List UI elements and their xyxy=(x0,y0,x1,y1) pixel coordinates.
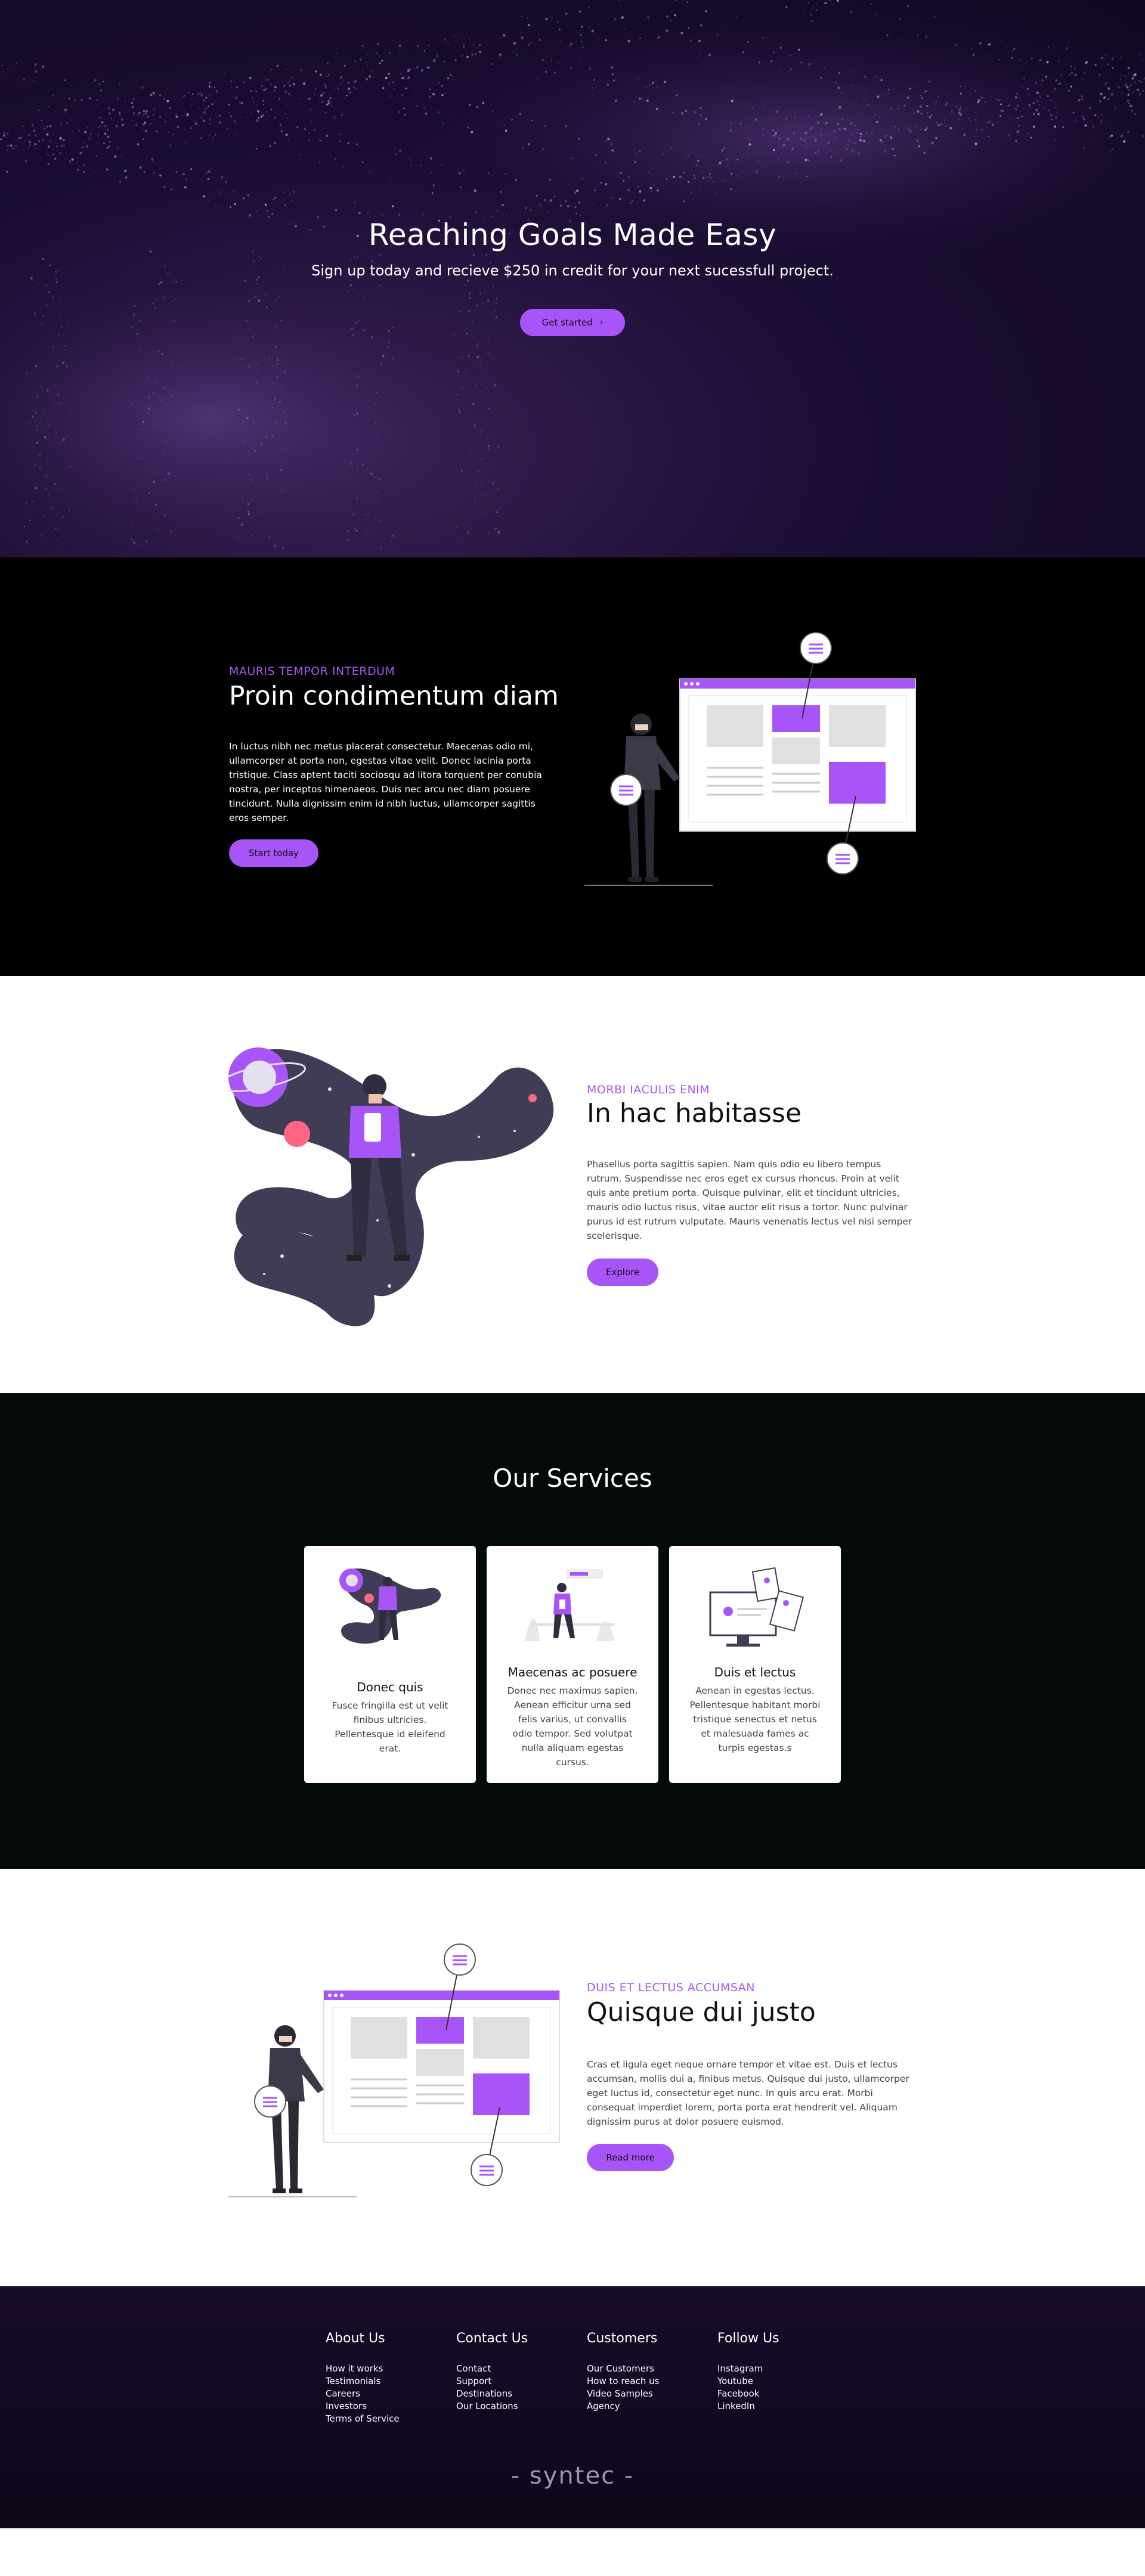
get-started-label: Get started xyxy=(541,317,593,328)
footer-heading: Customers xyxy=(587,2331,658,2346)
footer-column-follow: Follow Us Instagram Youtube Facebook Lin… xyxy=(717,2331,837,2413)
services-title: Our Services xyxy=(493,1464,652,1493)
service-card-title: Maecenas ac posuere xyxy=(507,1665,638,1679)
footer-link[interactable]: Testimonials xyxy=(326,2375,445,2388)
footer-link[interactable]: How to reach us xyxy=(587,2375,706,2388)
footer-link[interactable]: Destinations xyxy=(456,2388,575,2400)
section-three-title: Quisque dui justo xyxy=(587,1997,816,2028)
explore-button[interactable]: Explore xyxy=(587,1258,658,1286)
footer-column-contact: Contact Us Contact Support Destinations … xyxy=(456,2331,575,2413)
service-card[interactable]: Donec quis Fusce fringilla est ut velit … xyxy=(304,1546,476,1783)
footer-heading: About Us xyxy=(326,2331,385,2346)
chevron-right-icon: › xyxy=(599,318,604,327)
section-one-eyebrow: MAURIS TEMPOR INTERDUM xyxy=(229,665,395,678)
read-more-button[interactable]: Read more xyxy=(587,2144,674,2171)
section-two-title: In hac habitasse xyxy=(587,1098,802,1129)
section-three-eyebrow: DUIS ET LECTUS ACCUMSAN xyxy=(587,1981,755,1994)
footer-link[interactable]: Agency xyxy=(587,2400,706,2413)
section-one-body: In luctus nibh nec metus placerat consec… xyxy=(229,741,542,823)
service-card[interactable]: Duis et lectus Aenean in egestas lectus.… xyxy=(669,1546,841,1783)
footer-heading: Follow Us xyxy=(717,2331,779,2346)
dashboard-illustration-light xyxy=(228,1943,560,2197)
footer-link[interactable]: Contact xyxy=(456,2363,575,2375)
documents-thumbnail xyxy=(709,1567,804,1647)
section-two-body: Phasellus porta sagittis sapien. Nam qui… xyxy=(587,1159,912,1241)
footer-column-about: About Us How it works Testimonials Caree… xyxy=(326,2331,445,2425)
footer-link[interactable]: Terms of Service xyxy=(326,2413,445,2425)
footer-link[interactable]: Support xyxy=(456,2375,575,2388)
footer-heading: Contact Us xyxy=(456,2331,528,2346)
brand-logo[interactable]: - syntec - xyxy=(0,2462,1145,2490)
site-footer: About Us How it works Testimonials Caree… xyxy=(0,2286,1145,2528)
footer-link[interactable]: Instagram xyxy=(717,2363,837,2375)
service-card-body: Fusce fringilla est ut velit finibus ult… xyxy=(332,1700,448,1754)
service-card-title: Duis et lectus xyxy=(714,1665,796,1679)
feature-section-one: MAURIS TEMPOR INTERDUM Proin condimentum… xyxy=(0,557,1145,976)
space-path-illustration xyxy=(228,1047,554,1326)
section-two-eyebrow: MORBI IACULIS ENIM xyxy=(587,1083,710,1096)
services-section: Our Services Donec quis Fusce fringilla … xyxy=(0,1393,1145,1869)
footer-link[interactable]: Video Samples xyxy=(587,2388,706,2400)
hero-subtitle: Sign up today and recieve $250 in credit… xyxy=(311,262,834,279)
footer-link[interactable]: Careers xyxy=(326,2388,445,2400)
footer-link[interactable]: How it works xyxy=(326,2363,445,2375)
hero-section: Reaching Goals Made Easy Sign up today a… xyxy=(0,0,1145,557)
footer-link[interactable]: LinkedIn xyxy=(717,2400,837,2413)
section-one-title: Proin condimentum diam xyxy=(229,681,559,711)
hero-title: Reaching Goals Made Easy xyxy=(368,218,777,252)
feature-section-two: MORBI IACULIS ENIM In hac habitasse Phas… xyxy=(0,976,1145,1393)
service-card-title: Donec quis xyxy=(357,1680,423,1694)
service-card[interactable]: Maecenas ac posuere Donec nec maximus sa… xyxy=(487,1546,658,1783)
footer-link[interactable]: Facebook xyxy=(717,2388,837,2400)
page-bottom-spacer xyxy=(0,2528,1145,2576)
section-three-body: Cras et ligula eget neque ornare tempor … xyxy=(587,2059,909,2127)
dashboard-illustration xyxy=(584,632,916,886)
start-today-button[interactable]: Start today xyxy=(229,839,318,867)
space-path-thumbnail xyxy=(339,1568,441,1644)
footer-link[interactable]: Investors xyxy=(326,2400,445,2413)
mobile-user-thumbnail xyxy=(525,1569,614,1641)
footer-link[interactable]: Our Customers xyxy=(587,2363,706,2375)
feature-section-three: DUIS ET LECTUS ACCUMSAN Quisque dui just… xyxy=(0,1869,1145,2286)
get-started-button[interactable]: Get started › xyxy=(520,309,625,336)
service-card-body: Aenean in egestas lectus. Pellentesque h… xyxy=(689,1685,821,1753)
footer-link[interactable]: Youtube xyxy=(717,2375,837,2388)
footer-column-customers: Customers Our Customers How to reach us … xyxy=(587,2331,706,2413)
service-card-body: Donec nec maximus sapien. Aenean efficit… xyxy=(507,1685,638,1768)
footer-link[interactable]: Our Locations xyxy=(456,2400,575,2413)
